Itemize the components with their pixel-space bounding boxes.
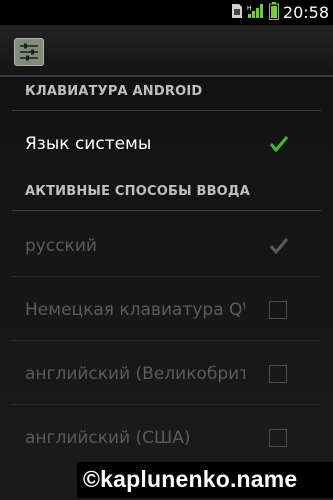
watermark: ©kaplunenko.name <box>77 462 333 498</box>
section-title: КЛАВИАТУРА ANDROID <box>25 84 203 99</box>
section-header-keyboard: КЛАВИАТУРА ANDROID <box>0 77 333 111</box>
list-item-english-us: английский (США) <box>0 407 333 469</box>
checkmark-icon <box>269 136 289 153</box>
status-icons: H 20:58 <box>231 1 329 24</box>
list-item-label: английский (Великобритания) <box>25 364 245 384</box>
section-title: АКТИВНЫЕ СПОСОБЫ ВВОДА <box>25 184 250 199</box>
list-item-german-qwerty: Немецкая клавиатура QWERTY <box>0 279 333 341</box>
list-item-label: Язык системы <box>25 134 152 154</box>
action-bar <box>0 25 333 77</box>
checkbox-system-language[interactable] <box>269 135 289 153</box>
checkbox-english-uk <box>269 365 287 383</box>
list-item-label: русский <box>25 236 97 256</box>
list-item-system-language[interactable]: Язык системы <box>0 113 333 175</box>
checkbox-german-qwerty <box>269 301 287 319</box>
checkmark-icon <box>269 238 289 255</box>
row-divider <box>12 404 321 405</box>
list-item-english-uk: английский (Великобритания) <box>0 343 333 405</box>
status-bar: H 20:58 <box>0 0 333 25</box>
clock: 20:58 <box>282 3 329 22</box>
signal-icon: H <box>247 3 265 23</box>
settings-list: КЛАВИАТУРА ANDROID Язык системы АКТИВНЫЕ… <box>0 77 333 500</box>
svg-text:H: H <box>247 5 252 12</box>
section-header-active-methods: АКТИВНЫЕ СПОСОБЫ ВВОДА <box>0 177 333 211</box>
checkbox-russian <box>269 237 289 255</box>
settings-sliders-icon[interactable] <box>14 38 44 66</box>
list-item-label: Немецкая клавиатура QWERTY <box>25 300 245 320</box>
section-divider <box>12 210 321 211</box>
section-divider <box>12 110 321 111</box>
checkbox-english-us <box>269 429 287 447</box>
row-divider <box>12 340 321 341</box>
sim-card-icon <box>231 3 243 23</box>
list-item-russian: русский <box>0 215 333 277</box>
list-item-label: английский (США) <box>25 428 191 448</box>
row-divider <box>12 276 321 277</box>
battery-icon <box>268 1 279 24</box>
